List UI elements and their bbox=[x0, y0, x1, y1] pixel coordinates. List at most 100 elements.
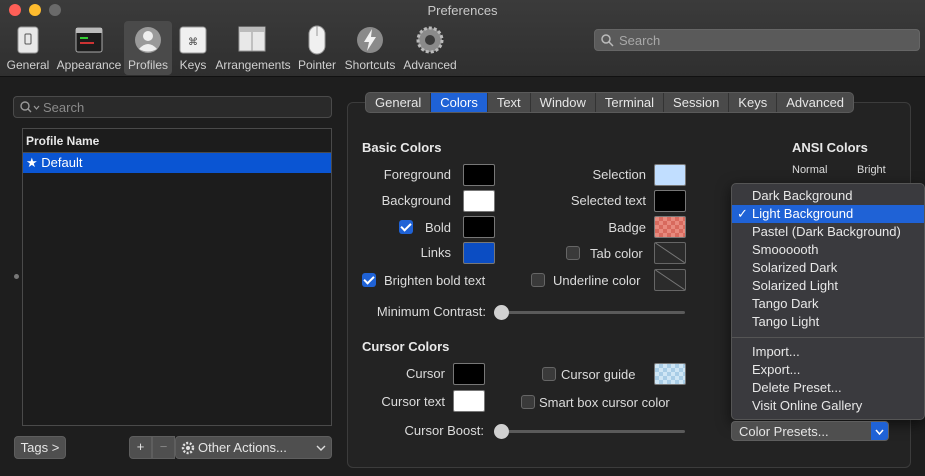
underline-color-well[interactable] bbox=[654, 269, 686, 291]
ansi-normal-label: Normal bbox=[792, 164, 828, 176]
appearance-icon bbox=[75, 27, 103, 53]
profile-row-default[interactable]: ★ Default bbox=[23, 153, 331, 173]
cursor-color-well[interactable] bbox=[453, 363, 485, 385]
cursor-guide-color-well[interactable] bbox=[654, 363, 686, 385]
selection-label: Selection bbox=[592, 167, 646, 182]
general-icon bbox=[17, 26, 39, 54]
search-icon bbox=[601, 34, 614, 47]
gear-icon bbox=[181, 441, 195, 455]
minimum-contrast-track[interactable] bbox=[494, 311, 685, 314]
cursor-text-color-well[interactable] bbox=[453, 390, 485, 412]
underline-color-label: Underline color bbox=[553, 273, 641, 288]
ansi-colors-heading: ANSI Colors bbox=[792, 140, 868, 155]
selected-text-label: Selected text bbox=[570, 193, 646, 208]
window-title: Preferences bbox=[427, 3, 498, 18]
toolbar: Preferences General Appearance Profiles … bbox=[0, 0, 925, 77]
column-header-profile-name[interactable]: Profile Name bbox=[23, 129, 331, 153]
selection-color-well[interactable] bbox=[654, 164, 686, 186]
toolbar-item-profiles[interactable]: Profiles bbox=[124, 21, 172, 75]
cursor-boost-label: Cursor Boost: bbox=[404, 423, 484, 438]
tab-colors[interactable]: Colors bbox=[431, 93, 488, 112]
menu-item-export[interactable]: Export... bbox=[732, 361, 924, 379]
cursor-guide-label: Cursor guide bbox=[561, 367, 636, 382]
minimum-contrast-knob[interactable] bbox=[494, 305, 509, 320]
menu-item-label: Light Background bbox=[752, 206, 854, 221]
tab-window[interactable]: Window bbox=[531, 93, 596, 112]
pointer-icon bbox=[308, 25, 326, 55]
add-profile-button[interactable]: + bbox=[129, 436, 152, 459]
tab-advanced[interactable]: Advanced bbox=[777, 93, 853, 112]
foreground-color-well[interactable] bbox=[463, 164, 495, 186]
toolbar-item-keys[interactable]: ⌘ Keys bbox=[176, 21, 210, 75]
tab-text[interactable]: Text bbox=[488, 93, 531, 112]
bold-checkbox[interactable] bbox=[399, 220, 413, 234]
cursor-colors-heading: Cursor Colors bbox=[362, 339, 450, 354]
cursor-boost-track[interactable] bbox=[494, 430, 685, 433]
profile-tabs: General Colors Text Window Terminal Sess… bbox=[365, 92, 855, 113]
toolbar-item-arrangements[interactable]: Arrangements bbox=[214, 21, 292, 75]
links-color-well[interactable] bbox=[463, 242, 495, 264]
tags-button[interactable]: Tags > bbox=[14, 436, 66, 459]
menu-item-delete-preset[interactable]: Delete Preset... bbox=[732, 379, 924, 397]
remove-profile-button[interactable]: − bbox=[152, 436, 175, 459]
svg-text:⌘: ⌘ bbox=[188, 37, 198, 48]
profile-search-input[interactable]: Search bbox=[13, 96, 332, 118]
toolbar-label: Arrangements bbox=[215, 58, 291, 72]
advanced-icon bbox=[416, 26, 444, 54]
menu-item-preset-selected[interactable]: ✓ Light Background bbox=[732, 205, 924, 223]
underline-color-checkbox[interactable] bbox=[531, 273, 545, 287]
menu-item-visit-gallery[interactable]: Visit Online Gallery bbox=[732, 397, 924, 415]
shortcuts-icon bbox=[357, 27, 383, 53]
basic-colors-heading: Basic Colors bbox=[362, 140, 442, 155]
menu-item-preset[interactable]: Solarized Dark bbox=[732, 259, 924, 277]
toolbar-item-advanced[interactable]: Advanced bbox=[402, 21, 458, 75]
color-presets-dropdown[interactable]: Color Presets... bbox=[731, 421, 889, 441]
tab-color-checkbox[interactable] bbox=[566, 246, 580, 260]
foreground-label: Foreground bbox=[383, 167, 451, 182]
search-icon bbox=[20, 101, 40, 113]
tab-general[interactable]: General bbox=[366, 93, 432, 112]
other-actions-label: Other Actions... bbox=[198, 440, 287, 455]
split-view-handle[interactable] bbox=[14, 274, 19, 279]
star-icon: ★ bbox=[26, 155, 38, 170]
tab-terminal[interactable]: Terminal bbox=[596, 93, 665, 112]
chevron-down-icon bbox=[875, 429, 884, 436]
color-presets-label: Color Presets... bbox=[739, 424, 829, 439]
menu-item-preset[interactable]: Dark Background bbox=[732, 187, 924, 205]
tab-color-label: Tab color bbox=[590, 246, 643, 261]
toolbar-item-appearance[interactable]: Appearance bbox=[55, 21, 123, 75]
tab-keys[interactable]: Keys bbox=[729, 93, 778, 112]
tab-session[interactable]: Session bbox=[664, 93, 730, 112]
toolbar-item-pointer[interactable]: Pointer bbox=[296, 21, 338, 75]
menu-separator bbox=[732, 337, 924, 338]
toolbar-item-general[interactable]: General bbox=[5, 21, 51, 75]
links-label: Links bbox=[420, 245, 451, 260]
color-presets-menu: Dark Background ✓ Light Background Paste… bbox=[731, 183, 925, 420]
menu-item-preset[interactable]: Tango Light bbox=[732, 313, 924, 331]
badge-color-well[interactable] bbox=[654, 216, 686, 238]
selected-text-color-well[interactable] bbox=[654, 190, 686, 212]
menu-item-import[interactable]: Import... bbox=[732, 343, 924, 361]
cursor-guide-checkbox[interactable] bbox=[542, 367, 556, 381]
chevron-down-icon bbox=[316, 445, 326, 451]
menu-item-preset[interactable]: Smoooooth bbox=[732, 241, 924, 259]
toolbar-label: General bbox=[6, 58, 50, 72]
tab-color-well[interactable] bbox=[654, 242, 686, 264]
cursor-text-label: Cursor text bbox=[381, 394, 445, 409]
brighten-bold-checkbox[interactable] bbox=[362, 273, 376, 287]
cursor-boost-knob[interactable] bbox=[494, 424, 509, 439]
other-actions-dropdown[interactable]: Other Actions... bbox=[175, 436, 332, 459]
toolbar-label: Shortcuts bbox=[344, 58, 396, 72]
toolbar-item-shortcuts[interactable]: Shortcuts bbox=[342, 21, 398, 75]
preferences-search-input[interactable]: Search bbox=[594, 29, 920, 51]
background-color-well[interactable] bbox=[463, 190, 495, 212]
toolbar-label: Profiles bbox=[127, 58, 168, 72]
minimum-contrast-label: Minimum Contrast: bbox=[376, 304, 486, 319]
bold-color-well[interactable] bbox=[463, 216, 495, 238]
profile-name: Default bbox=[41, 155, 83, 170]
profile-list: Profile Name ★ Default bbox=[22, 128, 332, 426]
smart-box-cursor-checkbox[interactable] bbox=[521, 395, 535, 409]
menu-item-preset[interactable]: Solarized Light bbox=[732, 277, 924, 295]
menu-item-preset[interactable]: Pastel (Dark Background) bbox=[732, 223, 924, 241]
menu-item-preset[interactable]: Tango Dark bbox=[732, 295, 924, 313]
